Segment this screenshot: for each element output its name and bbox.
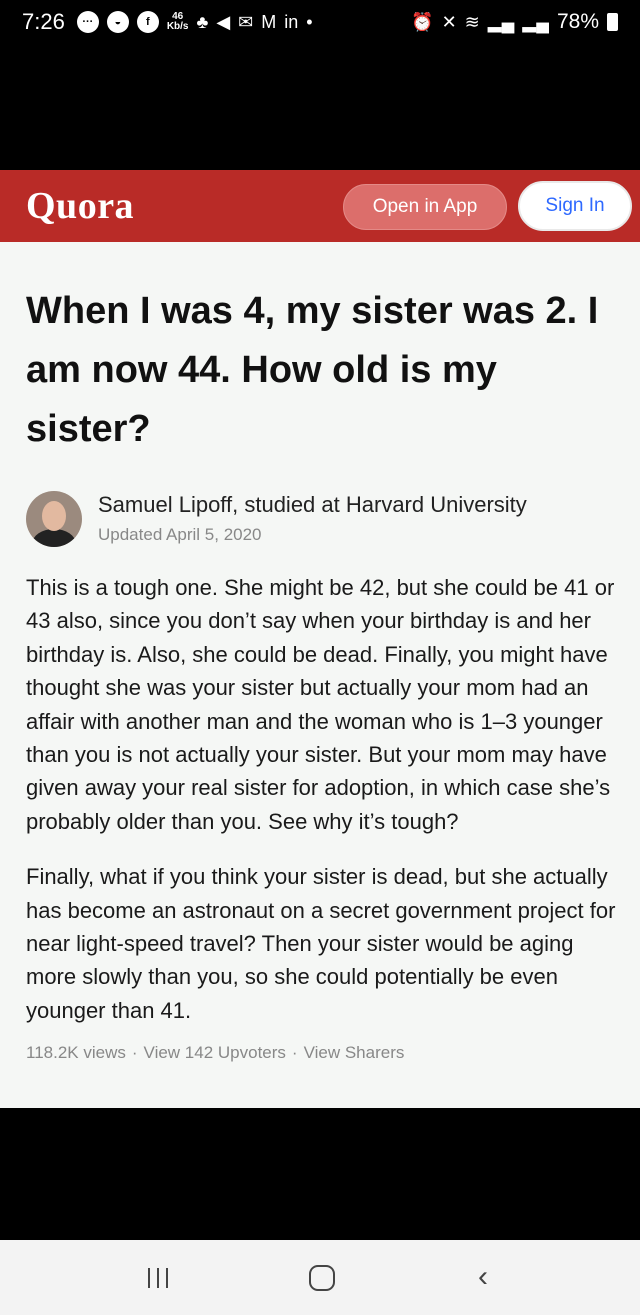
view-upvoters-link[interactable]: View 142 Upvoters <box>144 1043 286 1063</box>
answer-stats: 118.2K views · View 142 Upvoters · View … <box>26 1043 614 1063</box>
author-name[interactable]: Samuel Lipoff, studied at Harvard Univer… <box>98 491 527 519</box>
answer-date: Updated April 5, 2020 <box>98 525 262 544</box>
separator: · <box>131 1043 138 1063</box>
avatar[interactable] <box>26 491 82 547</box>
mail-icon: ✉ <box>238 11 254 32</box>
quora-header: Quora Open in App Sign In <box>0 170 640 242</box>
quora-logo[interactable]: Quora <box>26 184 134 228</box>
battery-icon <box>607 13 618 31</box>
answer-page: When I was 4, my sister was 2. I am now … <box>0 242 640 1108</box>
status-time: 7:26 <box>22 9 65 34</box>
status-bar: 7:26 ··· ◒ f 46 Kb/s ♣ ◀ ✉ M in • ⏰ ✕ ≋ … <box>0 0 640 44</box>
linkedin-icon: in <box>284 11 299 32</box>
messenger-icon: ··· <box>76 11 99 33</box>
signal-icon: ▂▄ <box>487 11 515 32</box>
alarm-icon: ⏰ <box>411 11 434 32</box>
data-speed-icon: 46 Kb/s <box>166 11 189 32</box>
back-icon[interactable]: ‹ <box>478 1262 488 1292</box>
facebook-icon: f <box>136 11 159 33</box>
separator: · <box>291 1043 298 1063</box>
question-title[interactable]: When I was 4, my sister was 2. I am now … <box>26 282 616 459</box>
answer-paragraph-2: Finally, what if you think your sister i… <box>26 864 616 1023</box>
battery-percent: 78% <box>556 10 599 33</box>
bottom-blank-area <box>0 1108 640 1240</box>
send-icon: ◀ <box>216 11 231 32</box>
home-icon[interactable] <box>309 1265 335 1291</box>
wifi-icon: ≋ <box>464 11 480 32</box>
gmail-icon: M <box>261 11 277 32</box>
mute-icon: ✕ <box>441 11 457 32</box>
sign-in-button[interactable]: Sign In <box>518 181 632 231</box>
recent-apps-icon[interactable] <box>148 1268 168 1288</box>
answer-paragraph-1: This is a tough one. She might be 42, bu… <box>26 575 615 834</box>
author-block: Samuel Lipoff, studied at Harvard Univer… <box>26 489 614 549</box>
views-count: 118.2K views <box>26 1043 126 1063</box>
dot-icon: • <box>306 11 313 32</box>
messenger-lite-icon: ◒ <box>106 11 129 33</box>
tip-icon: ♣ <box>196 11 209 32</box>
open-in-app-button[interactable]: Open in App <box>343 184 507 230</box>
top-blank-area <box>0 44 640 170</box>
view-sharers-link[interactable]: View Sharers <box>304 1043 405 1063</box>
signal-icon-2: ▂▄ <box>522 11 549 32</box>
